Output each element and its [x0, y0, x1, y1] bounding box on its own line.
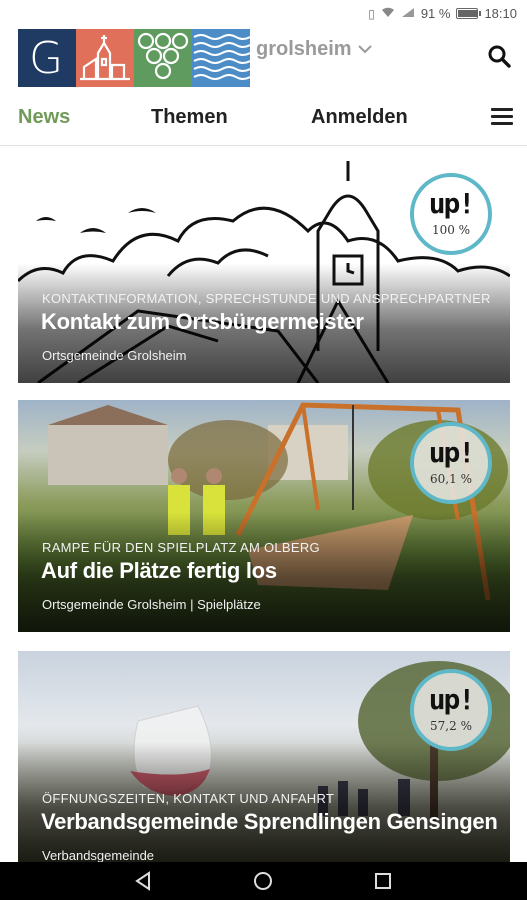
search-icon [488, 45, 511, 68]
back-icon[interactable] [134, 871, 154, 891]
news-card[interactable]: up! 60,1 % RAMPE FÜR DEN SPIELPLATZ AM O… [18, 400, 510, 632]
badge-label: up! [428, 436, 476, 469]
card-kicker: RAMPE FÜR DEN SPIELPLATZ AM OLBERG [42, 540, 320, 555]
card-source: Verbandsgemeinde [42, 848, 155, 862]
town-name: grolsheim [256, 38, 352, 60]
status-bar: ▯ 91 % 18:10 [0, 0, 527, 28]
home-icon[interactable] [253, 871, 273, 891]
tab-news[interactable]: News [18, 106, 70, 129]
water-waves-icon [192, 29, 250, 87]
card-kicker: ÖFFNUNGSZEITEN, KONTAKT UND ANFAHRT [42, 791, 335, 806]
vibrate-icon: ▯ [368, 6, 375, 21]
card-title: Verbandsgemeinde Sprendlingen Gensingen [41, 809, 498, 834]
up-badge: up! 60,1 % [410, 422, 492, 504]
hamburger-menu-icon[interactable] [491, 108, 513, 128]
system-navigation-bar [0, 862, 527, 900]
main-tabs: News Themen Anmelden [0, 92, 527, 146]
recents-icon[interactable] [373, 871, 393, 891]
card-source: Ortsgemeinde Grolsheim | Spielplätze [42, 597, 261, 612]
battery-percent: 91 % [420, 6, 451, 21]
badge-percent: 60,1 % [430, 472, 472, 486]
app-header: G grolsheim [0, 28, 527, 92]
up-badge: up! 57,2 % [410, 669, 492, 751]
wifi-icon [381, 7, 395, 21]
card-title: Kontakt zum Ortsbürgermeister [41, 309, 364, 334]
logo-letter-tile: G [18, 29, 76, 87]
badge-percent: 100 % [431, 223, 471, 237]
chevron-down-icon [357, 45, 372, 54]
up-badge: up! 100 % [410, 173, 492, 255]
church-icon [76, 29, 134, 87]
card-source: Ortsgemeinde Grolsheim [42, 348, 187, 363]
card-title: Auf die Plätze fertig los [41, 558, 277, 583]
news-card[interactable]: up! 57,2 % ÖFFNUNGSZEITEN, KONTAKT UND A… [18, 651, 510, 862]
tab-themen[interactable]: Themen [151, 106, 228, 129]
tab-anmelden[interactable]: Anmelden [311, 106, 408, 129]
town-selector[interactable]: grolsheim [256, 38, 372, 61]
grapes-icon [134, 29, 192, 87]
search-button[interactable] [487, 44, 513, 70]
signal-icon [401, 7, 415, 21]
badge-label: up! [428, 187, 476, 220]
card-kicker: KONTAKTINFORMATION, SPRECHSTUNDE UND ANS… [42, 291, 491, 306]
clock: 18:10 [484, 6, 517, 21]
battery-icon [456, 8, 482, 19]
app-logo[interactable]: G [18, 29, 251, 87]
badge-percent: 57,2 % [430, 719, 472, 733]
badge-label: up! [428, 683, 476, 716]
news-card[interactable]: up! 100 % KONTAKTINFORMATION, SPRECHSTUN… [18, 151, 510, 383]
